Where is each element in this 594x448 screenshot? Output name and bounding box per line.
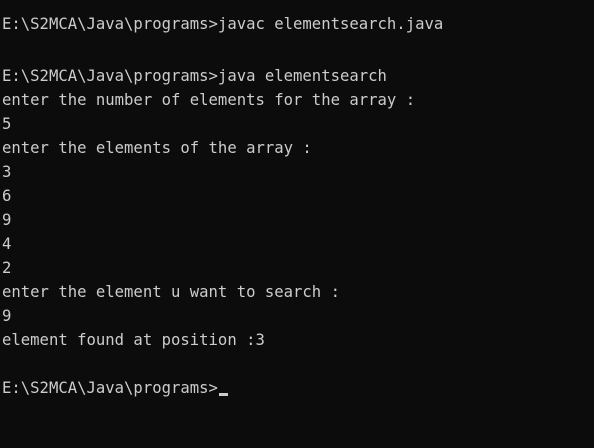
input-line: 9 <box>2 307 12 325</box>
command-line-java: E:\S2MCA\Java\programs>java elementsearc… <box>2 67 387 85</box>
output-line: enter the element u want to search : <box>2 283 340 301</box>
output-line: enter the elements of the array : <box>2 139 312 157</box>
input-line: 4 <box>2 235 12 253</box>
input-line: 5 <box>2 115 12 133</box>
output-line: enter the number of elements for the arr… <box>2 91 416 109</box>
text-cursor <box>218 393 228 396</box>
input-line: 9 <box>2 211 12 229</box>
input-line: 6 <box>2 187 12 205</box>
input-line: 3 <box>2 163 12 181</box>
result-line: element found at position :3 <box>2 331 265 349</box>
input-line: 2 <box>2 259 12 277</box>
prompt-line[interactable]: E:\S2MCA\Java\programs> <box>2 376 228 400</box>
prompt-text: E:\S2MCA\Java\programs> <box>2 379 218 397</box>
command-line-javac: E:\S2MCA\Java\programs>javac elementsear… <box>2 15 444 33</box>
console-window[interactable]: E:\S2MCA\Java\programs>javac elementsear… <box>0 0 594 448</box>
